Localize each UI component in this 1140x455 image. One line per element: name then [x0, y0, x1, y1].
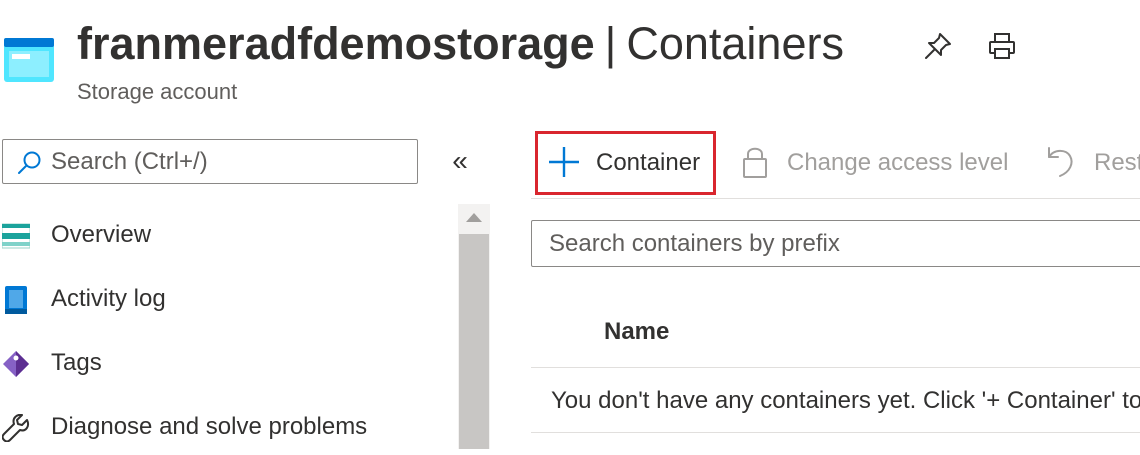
print-icon[interactable]	[986, 30, 1018, 62]
table-divider	[531, 432, 1140, 433]
container-search-input[interactable]: Search containers by prefix	[531, 220, 1140, 267]
container-search-placeholder: Search containers by prefix	[549, 230, 840, 257]
resource-name: franmeradfdemostorage	[77, 18, 595, 69]
sidebar-item-tags[interactable]: Tags	[0, 335, 440, 391]
nav-scrollbar-thumb[interactable]	[459, 234, 489, 449]
table-empty-row: You don't have any containers yet. Click…	[531, 368, 1140, 432]
pin-icon[interactable]	[922, 30, 954, 62]
add-container-label: Container	[596, 149, 701, 176]
scroll-up-icon[interactable]	[463, 208, 485, 226]
page-title: franmeradfdemostorage | Containers	[77, 16, 844, 72]
resource-menu-search[interactable]: Search (Ctrl+/)	[2, 139, 418, 184]
activity-log-icon	[2, 286, 30, 314]
undo-icon	[1046, 145, 1076, 179]
sidebar-item-label: Tags	[51, 349, 102, 376]
toolbar-divider	[531, 198, 1140, 199]
sidebar-item-label: Activity log	[51, 285, 166, 312]
sidebar-item-diagnose[interactable]: Diagnose and solve problems	[0, 399, 440, 455]
tag-icon	[2, 350, 30, 378]
search-placeholder: Search (Ctrl+/)	[51, 148, 208, 175]
lock-icon	[742, 145, 768, 179]
restore-containers-button[interactable]: Restore containers	[1046, 135, 1140, 191]
resource-type-subtitle: Storage account	[77, 79, 238, 104]
search-icon	[17, 150, 43, 176]
sidebar-item-label: Diagnose and solve problems	[51, 413, 368, 440]
sidebar-item-activity-log[interactable]: Activity log	[0, 271, 440, 327]
wrench-icon	[1, 413, 30, 443]
empty-state-message: You don't have any containers yet. Click…	[551, 387, 1140, 414]
change-access-level-button[interactable]: Change access level	[742, 135, 1032, 191]
change-access-level-label: Change access level	[787, 149, 1009, 176]
restore-containers-label: Restore containers	[1094, 149, 1140, 176]
sidebar-item-label: Overview	[51, 221, 152, 248]
title-separator: |	[604, 18, 617, 69]
add-container-button[interactable]: Container	[535, 131, 716, 195]
storage-account-icon	[4, 38, 54, 82]
collapse-menu-icon[interactable]: «	[446, 147, 474, 175]
section-name: Containers	[626, 18, 844, 69]
plus-icon	[547, 145, 581, 179]
overview-icon	[1, 222, 31, 250]
column-header-name[interactable]: Name	[604, 310, 669, 354]
sidebar-item-overview[interactable]: Overview	[0, 207, 440, 263]
